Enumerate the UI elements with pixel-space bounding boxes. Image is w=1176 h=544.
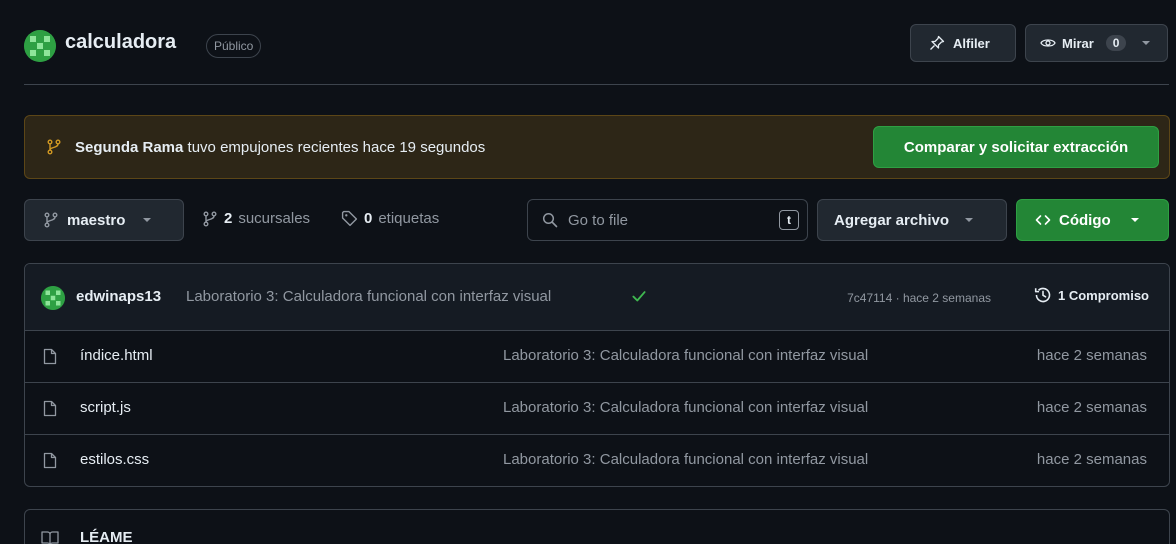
watch-button[interactable]: Mirar 0 [1025,24,1168,62]
banner-text: Segunda Rama tuvo empujones recientes ha… [75,139,485,156]
code-icon [1035,212,1051,228]
branches-link[interactable]: 2 sucursales [202,210,310,227]
header-divider [24,84,1169,85]
watch-count: 0 [1105,35,1127,51]
readme-panel: LÉAME [24,509,1170,544]
check-icon[interactable] [630,287,648,305]
search-icon [542,212,558,228]
tags-link[interactable]: 0 etiquetas [341,210,439,227]
chevron-down-icon [1142,41,1151,45]
latest-commit-row: edwinaps13 Laboratorio 3: Calculadora fu… [25,264,1169,331]
add-file-label: Agregar archivo [834,211,950,229]
chevron-down-icon [1130,218,1139,222]
commit-author[interactable]: edwinaps13 [76,288,161,305]
add-file-button[interactable]: Agregar archivo [817,199,1007,241]
file-name[interactable]: script.js [80,399,131,416]
banner-message: tuvo empujones recientes hace 19 segundo… [187,139,486,156]
code-label: Código [1059,211,1111,229]
file-date: hace 2 semanas [1036,399,1147,416]
book-icon [41,530,59,544]
file-date: hace 2 semanas [1036,451,1147,468]
branches-count: 2 [224,210,233,227]
table-row[interactable]: índice.html Laboratorio 3: Calculadora f… [25,331,1169,383]
file-browser: edwinaps13 Laboratorio 3: Calculadora fu… [24,263,1170,487]
file-name[interactable]: estilos.css [80,451,149,468]
tags-count: 0 [364,210,373,227]
search-placeholder: Go to file [568,211,629,229]
branch-icon [202,211,218,227]
file-commit-message[interactable]: Laboratorio 3: Calculadora funcional con… [503,399,868,416]
table-row[interactable]: estilos.css Laboratorio 3: Calculadora f… [25,435,1169,486]
tags-label: etiquetas [378,210,440,227]
commit-hash-time[interactable]: 7c47114 · hace 2 semanas [847,291,991,305]
file-name[interactable]: índice.html [80,347,153,364]
compare-pull-request-button[interactable]: Comparar y solicitar extracción [873,126,1159,168]
branch-icon [46,139,62,155]
banner-branch[interactable]: Segunda Rama [75,139,183,156]
commit-history-label: 1 Compromiso [1057,287,1149,303]
pin-label: Alfiler [953,35,990,51]
pin-icon [929,35,945,51]
visibility-badge: Público [206,34,262,58]
keyboard-shortcut-hint: t [779,210,799,230]
file-icon [43,400,57,417]
file-commit-message[interactable]: Laboratorio 3: Calculadora funcional con… [503,347,868,364]
repo-name[interactable]: calculadora [65,31,176,54]
tag-icon [341,210,358,227]
history-icon [1034,286,1052,304]
file-icon [43,348,57,365]
branch-selector[interactable]: maestro [24,199,184,241]
go-to-file-input[interactable]: Go to file t [527,199,808,241]
table-row[interactable]: script.js Laboratorio 3: Calculadora fun… [25,383,1169,435]
repo-owner-avatar [24,30,56,62]
file-commit-message[interactable]: Laboratorio 3: Calculadora funcional con… [503,451,868,468]
chevron-down-icon [965,218,974,222]
commit-history-link[interactable]: 1 Compromiso [1034,286,1149,304]
branches-label: sucursales [238,210,311,227]
eye-icon [1040,35,1056,51]
pin-button[interactable]: Alfiler [910,24,1016,62]
watch-label: Mirar [1062,35,1094,51]
readme-title[interactable]: LÉAME [80,529,133,544]
avatar[interactable] [41,286,65,310]
file-date: hace 2 semanas [1036,347,1147,364]
branch-name: maestro [67,211,126,229]
chevron-down-icon [143,218,152,222]
commit-message[interactable]: Laboratorio 3: Calculadora funcional con… [186,288,551,305]
code-button[interactable]: Código [1016,199,1169,241]
file-icon [43,452,57,469]
branch-icon [43,212,59,228]
